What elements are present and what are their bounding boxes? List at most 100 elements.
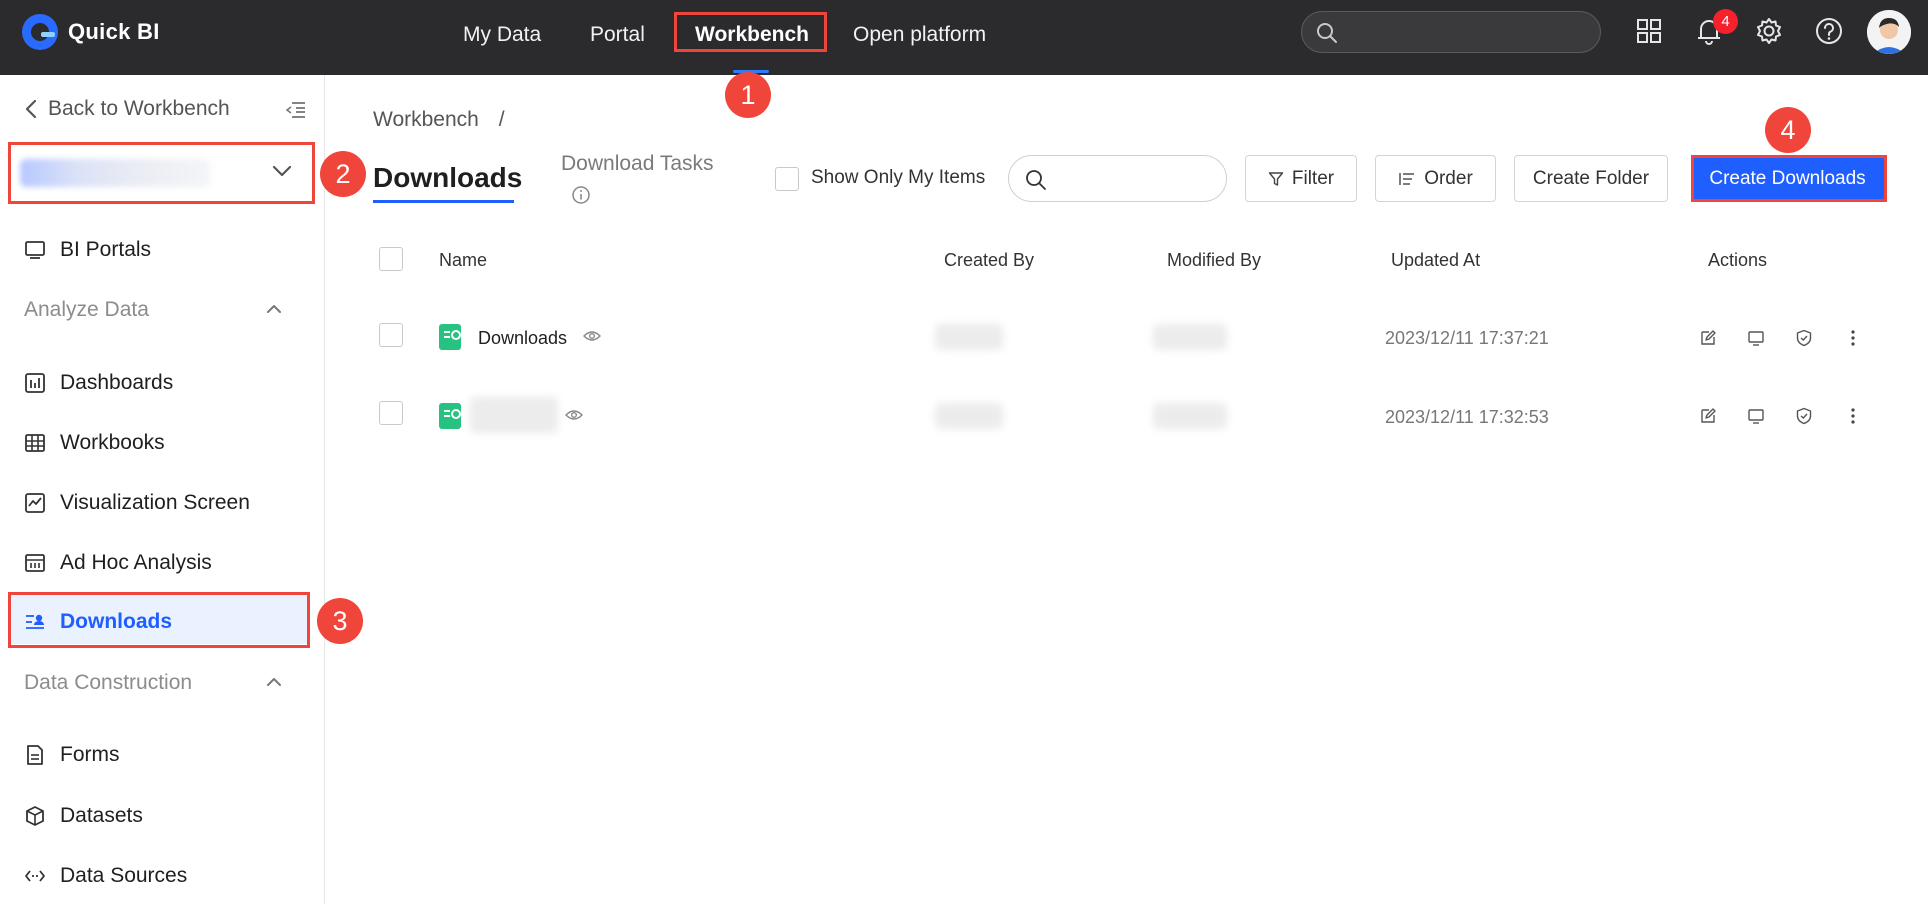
column-header-created-by[interactable]: Created By	[944, 250, 1034, 271]
table-icon	[25, 434, 45, 452]
notification-count-badge: 4	[1713, 9, 1738, 34]
topnav-workbench[interactable]: Workbench	[695, 20, 809, 50]
breadcrumb: Workbench /	[373, 108, 505, 132]
tab-download-tasks[interactable]: Download Tasks	[561, 152, 714, 176]
breadcrumb-workbench[interactable]: Workbench	[373, 108, 479, 131]
created-by-redacted	[935, 324, 1003, 350]
more-vertical-icon[interactable]	[1842, 405, 1864, 427]
eye-icon[interactable]	[565, 408, 583, 427]
info-icon[interactable]	[571, 185, 591, 210]
sidebar-item-dashboards[interactable]: Dashboards	[24, 366, 173, 400]
preview-monitor-icon[interactable]	[1745, 327, 1767, 349]
sidebar-item-label: Visualization Screen	[60, 491, 250, 514]
row-checkbox[interactable]	[379, 401, 403, 425]
sidebar-group-analyze-data[interactable]: Analyze Data	[24, 293, 149, 327]
create-folder-button[interactable]: Create Folder	[1514, 155, 1668, 202]
sidebar-item-visualization-screen[interactable]: Visualization Screen	[24, 486, 250, 520]
back-to-workbench-link[interactable]: Back to Workbench	[24, 97, 230, 121]
sidebar-item-label: BI Portals	[60, 238, 152, 261]
sidebar-item-workbooks[interactable]: Workbooks	[24, 426, 165, 460]
download-list-icon	[26, 614, 44, 629]
breadcrumb-separator: /	[498, 108, 505, 131]
row-updated-at: 2023/12/11 17:32:53	[1385, 407, 1549, 427]
step-badge-3: 3	[317, 598, 363, 644]
search-icon	[1026, 170, 1046, 190]
chevron-down-icon	[272, 164, 292, 183]
download-file-icon	[439, 324, 461, 350]
created-by-redacted	[935, 403, 1003, 429]
edit-icon[interactable]	[1697, 405, 1719, 427]
chevron-up-icon[interactable]	[266, 675, 282, 693]
sidebar-group-data-construction[interactable]: Data Construction	[24, 666, 192, 700]
collapse-sidebar-icon[interactable]	[285, 101, 306, 124]
avatar[interactable]	[1867, 10, 1911, 54]
show-only-mine-label[interactable]: Show Only My Items	[811, 167, 985, 189]
global-search-input[interactable]	[1301, 11, 1601, 53]
row-checkbox[interactable]	[379, 323, 403, 347]
topnav-open-platform[interactable]: Open platform	[853, 20, 986, 50]
logo[interactable]: Quick BI	[22, 14, 160, 50]
filter-icon	[1268, 171, 1284, 186]
step-badge-2: 2	[320, 151, 366, 197]
sidebar-item-label: Dashboards	[60, 371, 174, 394]
sidebar-item-ad-hoc-analysis[interactable]: Ad Hoc Analysis	[24, 546, 212, 580]
dashboard-icon	[25, 373, 45, 393]
column-header-actions: Actions	[1708, 250, 1768, 270]
step-badge-4: 4	[1765, 107, 1811, 153]
permission-shield-icon[interactable]	[1793, 327, 1815, 349]
top-bar: Quick BI My Data Portal Workbench Open p…	[0, 0, 1928, 75]
column-header-updated-at[interactable]: Updated At	[1391, 250, 1480, 271]
back-label: Back to Workbench	[48, 97, 230, 120]
sidebar-item-data-sources[interactable]: Data Sources	[24, 859, 187, 893]
workspace-name-redacted	[20, 159, 210, 187]
sidebar-item-forms[interactable]: Forms	[24, 738, 120, 772]
chart-screen-icon	[25, 493, 45, 513]
app-name: Quick BI	[68, 19, 160, 44]
tab-active-indicator	[373, 200, 514, 203]
sidebar-item-datasets[interactable]: Datasets	[24, 799, 143, 833]
topnav-my-data[interactable]: My Data	[463, 20, 541, 50]
topnav-portal[interactable]: Portal	[590, 20, 645, 50]
sidebar-item-label: Datasets	[60, 804, 143, 827]
help-icon[interactable]	[1812, 14, 1846, 48]
gear-icon[interactable]	[1752, 14, 1786, 48]
sidebar-item-label: Data Sources	[60, 864, 188, 887]
preview-monitor-icon[interactable]	[1745, 405, 1767, 427]
download-file-icon	[439, 403, 461, 429]
eye-icon[interactable]	[583, 329, 601, 348]
sidebar-item-label: Ad Hoc Analysis	[60, 551, 212, 574]
row-name[interactable]: Downloads	[478, 328, 567, 349]
create-downloads-button[interactable]: Create Downloads	[1691, 155, 1884, 202]
sidebar-item-bi-portals[interactable]: BI Portals	[24, 233, 151, 267]
sidebar-item-label: Forms	[60, 743, 120, 766]
form-icon	[27, 745, 43, 765]
order-label: Order	[1424, 167, 1473, 189]
modified-by-redacted	[1153, 324, 1227, 350]
sidebar-item-label: Downloads	[60, 610, 173, 633]
search-icon	[1317, 23, 1337, 43]
filter-button[interactable]: Filter	[1245, 155, 1357, 202]
chevron-left-icon	[25, 99, 37, 119]
column-header-modified-by[interactable]: Modified By	[1167, 250, 1261, 271]
search-input[interactable]	[1008, 155, 1227, 202]
permission-shield-icon[interactable]	[1793, 405, 1815, 427]
order-button[interactable]: Order	[1375, 155, 1496, 202]
row-updated-at: 2023/12/11 17:37:21	[1385, 328, 1549, 348]
workspace-selector[interactable]	[12, 143, 312, 203]
edit-icon[interactable]	[1697, 327, 1719, 349]
sort-list-icon	[1399, 172, 1415, 185]
monitor-icon	[25, 241, 45, 259]
analysis-icon	[25, 554, 45, 572]
column-header-name[interactable]: Name	[439, 250, 487, 271]
tab-downloads[interactable]: Downloads	[373, 162, 522, 194]
chevron-up-icon[interactable]	[266, 302, 282, 320]
select-all-checkbox[interactable]	[379, 247, 403, 271]
more-vertical-icon[interactable]	[1842, 327, 1864, 349]
row-name-redacted	[470, 397, 558, 433]
sidebar-item-downloads[interactable]: Downloads	[24, 605, 172, 639]
apps-grid-icon[interactable]	[1632, 14, 1666, 48]
filter-label: Filter	[1291, 167, 1335, 189]
quick-bi-logo-icon	[22, 14, 58, 50]
modified-by-redacted	[1153, 403, 1227, 429]
show-only-mine-checkbox[interactable]	[775, 167, 799, 191]
